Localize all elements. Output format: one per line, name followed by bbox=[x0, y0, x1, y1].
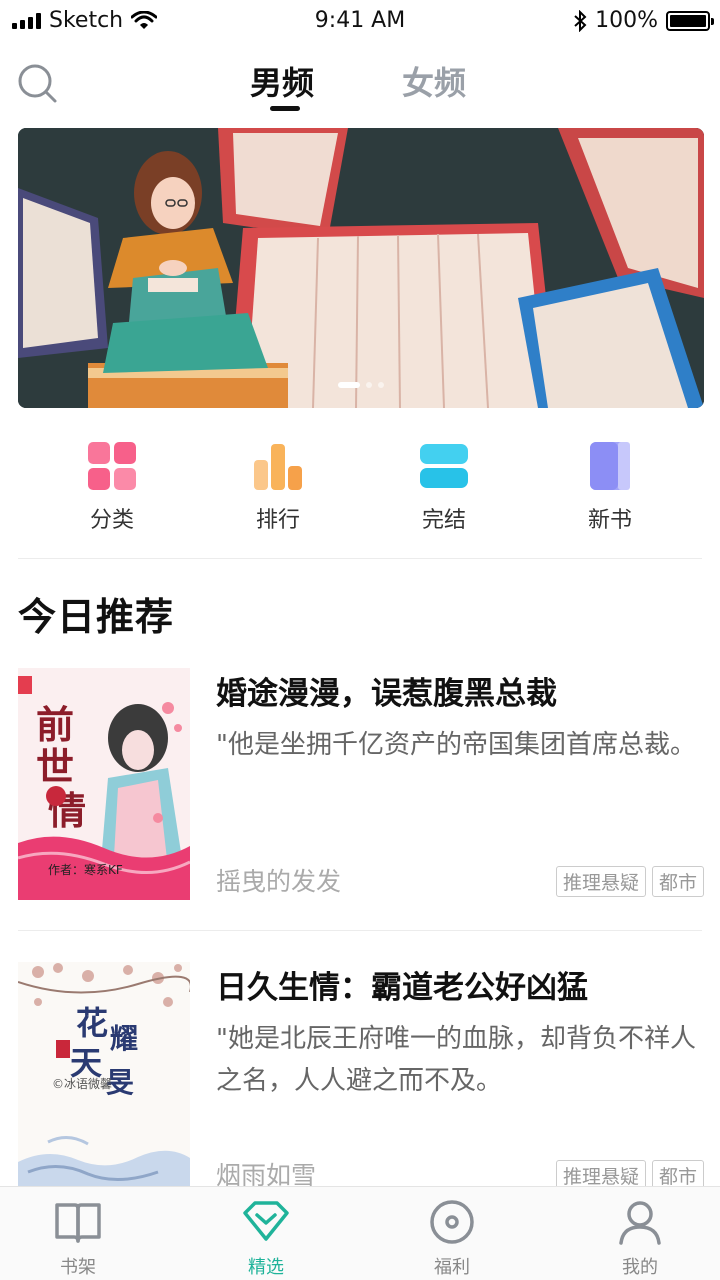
book-title[interactable]: 婚途漫漫，误惹腹黑总裁 bbox=[216, 668, 704, 713]
quick-entry-finished[interactable]: 完结 bbox=[384, 440, 504, 534]
quick-entry-label: 分类 bbox=[89, 508, 134, 533]
tab-active-indicator bbox=[270, 106, 300, 111]
quick-entry-category[interactable]: 分类 bbox=[52, 440, 172, 534]
book-tag: 都市 bbox=[651, 866, 704, 897]
tab-label: 我的 bbox=[622, 1257, 658, 1278]
book-item[interactable]: 花 耀 天 旻 ©冰语微馨 日久生情：霸道老公好凶猛 "她是北辰王府唯一的血脉，… bbox=[18, 962, 704, 1194]
stack-icon bbox=[418, 440, 470, 492]
banner-dot bbox=[366, 382, 372, 388]
svg-text:前: 前 bbox=[36, 705, 74, 747]
section-title: 今日推荐 bbox=[18, 594, 175, 639]
grid-icon bbox=[86, 440, 138, 492]
quick-entry-new-books[interactable]: 新书 bbox=[550, 440, 670, 534]
divider bbox=[18, 558, 702, 559]
book-description: "她是北辰王府唯一的血脉，却背负不祥人之名，人人避之而不及。 bbox=[216, 1024, 696, 1096]
quick-entry-label: 新书 bbox=[587, 508, 632, 533]
tab-label: 书架 bbox=[60, 1257, 96, 1278]
cover-author-text: 作者：寒系KF bbox=[48, 862, 123, 877]
tab-male[interactable]: 男频 bbox=[250, 58, 314, 104]
svg-text:天: 天 bbox=[70, 1045, 102, 1081]
bar-chart-icon bbox=[252, 440, 304, 492]
banner-dot bbox=[378, 382, 384, 388]
banner-dot bbox=[338, 382, 360, 388]
svg-text:世: 世 bbox=[36, 747, 74, 789]
banner-carousel[interactable] bbox=[18, 128, 704, 408]
book-icon bbox=[584, 440, 636, 492]
tab-label: 福利 bbox=[434, 1257, 470, 1278]
book-item[interactable]: 前 世 情 作者：寒系KF 婚途漫漫，误惹腹黑总裁 "他是坐拥千亿资产的帝国集团… bbox=[18, 668, 704, 900]
cover-author-text: ©冰语微馨 bbox=[52, 1076, 112, 1091]
divider bbox=[18, 930, 702, 931]
bookshelf-icon bbox=[55, 1203, 101, 1243]
diamond-icon bbox=[243, 1201, 289, 1241]
tab-profile[interactable]: 我的 bbox=[580, 1197, 700, 1279]
banner-pagination bbox=[18, 382, 704, 388]
tab-welfare[interactable]: 福利 bbox=[392, 1197, 512, 1279]
search-icon[interactable] bbox=[16, 62, 60, 106]
profile-icon bbox=[619, 1201, 661, 1245]
svg-text:花: 花 bbox=[76, 1005, 108, 1041]
book-author: 摇曳的发发 bbox=[216, 867, 342, 896]
quick-entry-row: 分类 排行 完结 新书 bbox=[0, 440, 720, 540]
book-cover[interactable]: 花 耀 天 旻 ©冰语微馨 bbox=[18, 962, 190, 1194]
tab-featured[interactable]: 精选 bbox=[206, 1197, 326, 1279]
book-description: "他是坐拥千亿资产的帝国集团首席总裁。 bbox=[216, 730, 696, 760]
tab-female[interactable]: 女频 bbox=[402, 58, 466, 104]
banner-illustration bbox=[18, 128, 704, 408]
book-tag: 推理悬疑 bbox=[555, 866, 646, 897]
battery-icon bbox=[666, 10, 714, 31]
quick-entry-label: 排行 bbox=[255, 508, 300, 533]
status-right: 100% bbox=[573, 8, 714, 33]
book-cover[interactable]: 前 世 情 作者：寒系KF bbox=[18, 668, 190, 900]
tab-bookshelf[interactable]: 书架 bbox=[18, 1197, 138, 1279]
tab-label: 精选 bbox=[248, 1257, 284, 1278]
bottom-tab-bar: 书架 精选 福利 我的 bbox=[0, 1186, 720, 1280]
welfare-icon bbox=[430, 1200, 474, 1244]
battery-percent: 100% bbox=[595, 8, 658, 33]
bluetooth-icon bbox=[574, 9, 587, 32]
svg-text:耀: 耀 bbox=[110, 1023, 138, 1055]
quick-entry-label: 完结 bbox=[421, 508, 466, 533]
top-nav: 男频 女频 bbox=[0, 50, 720, 116]
status-bar: Sketch 9:41 AM 100% bbox=[0, 0, 720, 42]
quick-entry-ranking[interactable]: 排行 bbox=[218, 440, 338, 534]
book-tags: 推理悬疑 都市 bbox=[555, 866, 704, 897]
book-title[interactable]: 日久生情：霸道老公好凶猛 bbox=[216, 962, 704, 1007]
